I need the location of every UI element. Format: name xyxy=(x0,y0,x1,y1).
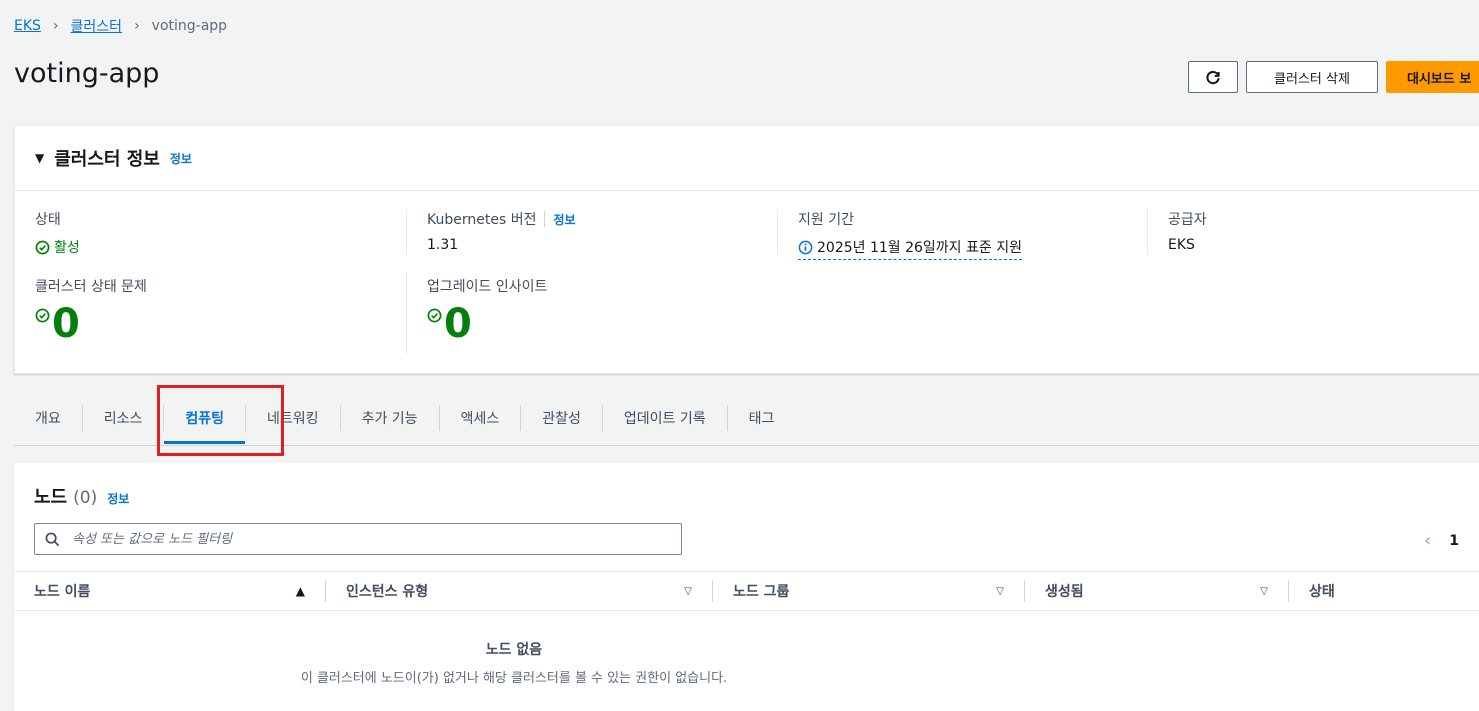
divider xyxy=(406,209,407,254)
nodes-count: (0) xyxy=(73,488,98,508)
tab-observability[interactable]: 관찰성 xyxy=(521,404,603,431)
status-field: 상태 활성 xyxy=(35,209,80,257)
k8s-version-label-text: Kubernetes 버전 xyxy=(427,212,537,228)
cluster-info-link[interactable]: 정보 xyxy=(170,150,192,167)
k8s-version-field: Kubernetes 버전 정보 1.31 xyxy=(427,209,576,253)
tab-overview[interactable]: 개요 xyxy=(14,404,83,431)
chevron-left-icon[interactable]: ‹ xyxy=(1424,530,1431,551)
nodes-table-header: 노드 이름 ▲ 인스턴스 유형 ▽ 노드 그룹 ▽ 생성됨 ▽ 상태 xyxy=(14,571,1479,611)
upgrade-insights-count: 0 xyxy=(444,301,472,347)
search-icon xyxy=(45,532,60,546)
nodes-info-link[interactable]: 정보 xyxy=(107,490,129,507)
breadcrumb-clusters-link[interactable]: 클러스터 xyxy=(71,16,123,36)
provider-label: 공급자 xyxy=(1168,212,1207,228)
k8s-version-label: Kubernetes 버전 정보 xyxy=(427,209,576,229)
node-filter-input[interactable] xyxy=(72,531,652,547)
column-label: 상태 xyxy=(1309,584,1335,600)
page-number[interactable]: 1 xyxy=(1449,533,1459,549)
caret-down-icon[interactable]: ▼ xyxy=(35,151,44,165)
column-label: 노드 그룹 xyxy=(733,584,790,600)
k8s-info-link[interactable]: 정보 xyxy=(553,211,575,228)
support-period-link[interactable]: 2025년 11월 26일까지 표준 지원 xyxy=(798,237,1022,260)
divider xyxy=(777,209,778,254)
node-filter[interactable] xyxy=(34,523,682,555)
header-actions: 클러스터 삭제 대시보드 보 xyxy=(1188,61,1479,93)
divider xyxy=(406,272,407,354)
breadcrumb-current: voting-app xyxy=(151,18,228,34)
check-circle-icon xyxy=(35,308,50,323)
empty-title: 노드 없음 xyxy=(485,642,543,658)
tab-add-ons[interactable]: 추가 기능 xyxy=(341,404,440,431)
column-label: 인스턴스 유형 xyxy=(346,584,429,600)
nodes-title: 노드 xyxy=(34,487,68,508)
breadcrumb-eks-link[interactable]: EKS xyxy=(14,18,41,34)
sort-icon: ▽ xyxy=(684,585,692,597)
nodes-panel: 노드 (0) 정보 ‹ 1 노드 이름 ▲ 인스턴스 유형 ▽ 노드 그룹 ▽ … xyxy=(14,463,1479,711)
column-created[interactable]: 생성됨 ▽ xyxy=(1025,580,1289,602)
k8s-version-value: 1.31 xyxy=(427,237,459,253)
tab-update-history[interactable]: 업데이트 기록 xyxy=(603,404,728,431)
empty-state: 노드 없음 이 클러스터에 노드이(가) 없거나 해당 클러스터를 볼 수 있는… xyxy=(14,639,1014,686)
highlight-annotation xyxy=(157,385,284,456)
upgrade-insights-label: 업그레이드 인사이트 xyxy=(427,279,548,295)
health-issues-field: 클러스터 상태 문제 0 xyxy=(35,276,147,344)
provider-field: 공급자 EKS xyxy=(1168,209,1207,253)
health-issues-count: 0 xyxy=(52,301,80,347)
column-instance-type[interactable]: 인스턴스 유형 ▽ xyxy=(326,580,713,602)
support-period-text: 2025년 11월 26일까지 표준 지원 xyxy=(817,240,1022,256)
pagination: ‹ 1 xyxy=(1424,530,1459,551)
nodes-header: 노드 (0) 정보 xyxy=(34,483,129,509)
tab-tags[interactable]: 태그 xyxy=(728,405,796,431)
sort-icon: ▽ xyxy=(996,585,1004,597)
cluster-info-panel: ▼ 클러스터 정보 정보 상태 활성 Kubernetes 버전 정보 1.31… xyxy=(14,125,1479,374)
chevron-right-icon: › xyxy=(134,18,140,34)
breadcrumb: EKS › 클러스터 › voting-app xyxy=(14,16,227,36)
view-dashboard-button[interactable]: 대시보드 보 xyxy=(1386,61,1479,93)
column-node-group[interactable]: 노드 그룹 ▽ xyxy=(713,580,1025,602)
status-label: 상태 xyxy=(35,212,61,228)
tab-resources[interactable]: 리소스 xyxy=(83,404,165,431)
cluster-info-title: 클러스터 정보 xyxy=(54,149,160,170)
column-node-name[interactable]: 노드 이름 ▲ xyxy=(14,580,326,602)
divider xyxy=(1147,209,1148,254)
page-title: voting-app xyxy=(14,58,160,89)
refresh-button[interactable] xyxy=(1188,61,1238,93)
upgrade-insights-field: 업그레이드 인사이트 0 xyxy=(427,276,547,344)
status-value: 활성 xyxy=(35,237,80,257)
support-period-field: 지원 기간 2025년 11월 26일까지 표준 지원 xyxy=(798,209,1022,260)
check-circle-icon xyxy=(427,308,442,323)
health-issues-label: 클러스터 상태 문제 xyxy=(35,279,147,295)
refresh-icon xyxy=(1206,70,1220,85)
support-period-label: 지원 기간 xyxy=(798,212,854,228)
check-circle-icon xyxy=(35,240,50,254)
divider xyxy=(544,211,546,227)
status-text: 활성 xyxy=(54,240,80,256)
delete-cluster-button[interactable]: 클러스터 삭제 xyxy=(1246,61,1378,93)
tab-access[interactable]: 액세스 xyxy=(440,404,522,431)
empty-description: 이 클러스터에 노드이(가) 없거나 해당 클러스터를 볼 수 있는 권한이 없… xyxy=(300,671,728,686)
column-label: 생성됨 xyxy=(1045,584,1084,600)
health-issues-value[interactable]: 0 xyxy=(35,304,147,344)
cluster-info-header[interactable]: ▼ 클러스터 정보 정보 xyxy=(15,126,1479,191)
sort-ascending-icon: ▲ xyxy=(295,584,305,598)
chevron-right-icon: › xyxy=(52,18,59,34)
info-icon xyxy=(798,240,813,254)
column-label: 노드 이름 xyxy=(34,584,91,600)
provider-value: EKS xyxy=(1168,237,1195,253)
sort-icon: ▽ xyxy=(1260,585,1268,597)
column-status[interactable]: 상태 xyxy=(1289,580,1479,602)
upgrade-insights-value[interactable]: 0 xyxy=(427,304,547,344)
